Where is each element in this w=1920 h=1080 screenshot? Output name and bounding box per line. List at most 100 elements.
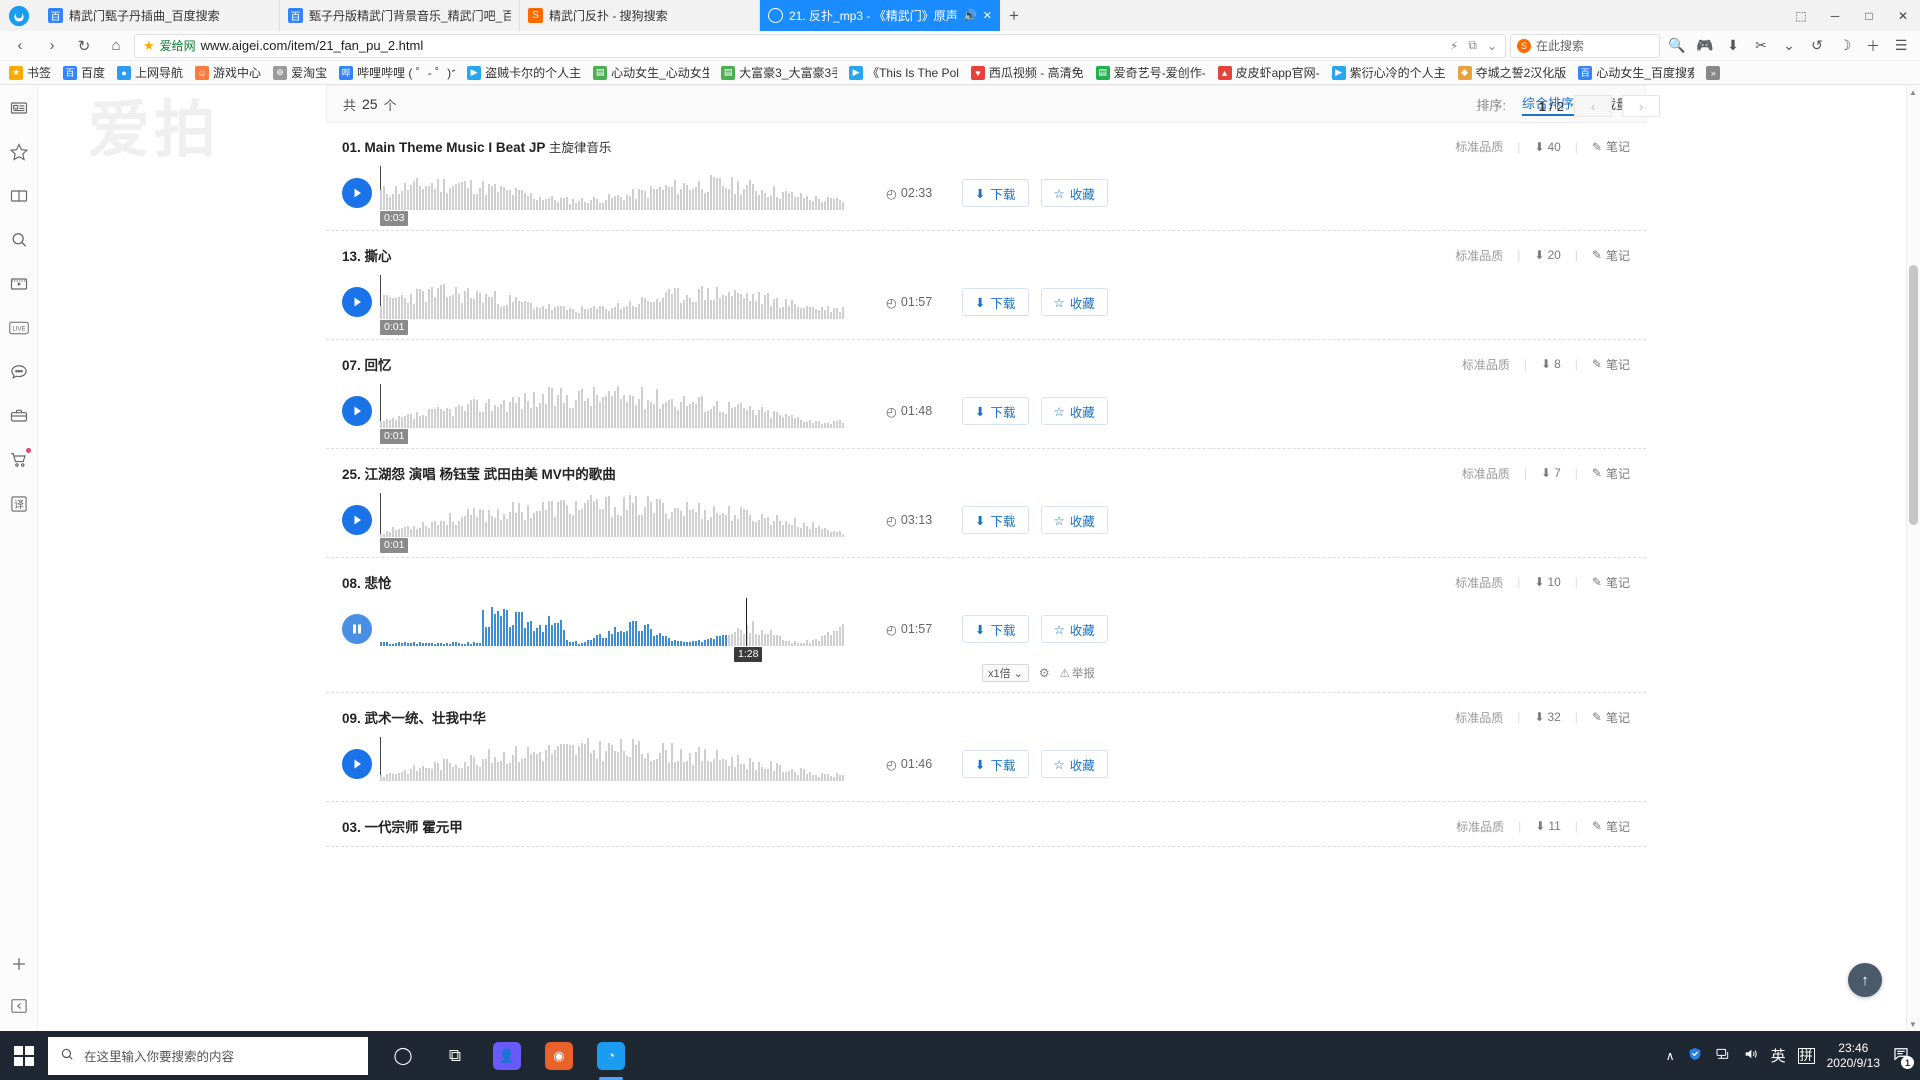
- search-icon[interactable]: [6, 227, 32, 253]
- bookmark-item[interactable]: ▤ 爱奇艺号-爱创作-: [1091, 62, 1211, 83]
- notification-center-button[interactable]: 1: [1892, 1045, 1914, 1069]
- download-button[interactable]: ⬇ 下载: [962, 179, 1029, 207]
- history-icon[interactable]: ↺: [1804, 33, 1830, 59]
- favorite-button[interactable]: ☆ 收藏: [1040, 179, 1108, 207]
- track-title[interactable]: 01. Main Theme Music I Beat JP 主旋律音乐: [342, 137, 611, 156]
- favorites-star-icon[interactable]: [6, 139, 32, 165]
- start-button[interactable]: [0, 1031, 48, 1080]
- waveform-seekbar[interactable]: 0:01: [380, 275, 868, 335]
- window-maximize-button[interactable]: □: [1852, 0, 1886, 31]
- play-button[interactable]: [342, 178, 372, 208]
- add-icon[interactable]: ＋: [1860, 33, 1886, 59]
- note-button[interactable]: ✎ 笔记: [1592, 247, 1630, 264]
- favorite-button[interactable]: ☆ 收藏: [1040, 288, 1108, 316]
- tray-clock[interactable]: 23:46 2020/9/13: [1827, 1041, 1880, 1071]
- settings-gear-button[interactable]: ⚙: [1039, 666, 1050, 680]
- bookmark-item[interactable]: 哔哔哩哔哩 ( ゜- ゜)つ: [334, 62, 460, 83]
- play-button[interactable]: [342, 749, 372, 779]
- track-title[interactable]: 07. 回忆: [342, 354, 392, 374]
- window-restore-extra-button[interactable]: ⬚: [1784, 0, 1818, 31]
- page-scrollbar[interactable]: ▲ ▼: [1906, 85, 1920, 1031]
- bookmark-item[interactable]: ● 上网导航: [112, 62, 188, 83]
- forward-button[interactable]: ›: [38, 33, 66, 59]
- cart-icon[interactable]: [6, 447, 32, 473]
- translate-icon[interactable]: 译: [6, 491, 32, 517]
- chevron-down-icon[interactable]: ⌄: [1776, 33, 1802, 59]
- bookmark-item[interactable]: ▤ 心动女生_心动女生: [588, 62, 714, 83]
- scrollbar-thumb[interactable]: [1909, 265, 1918, 525]
- back-button[interactable]: ‹: [6, 33, 34, 59]
- gamepad-icon[interactable]: 🎮: [1692, 33, 1718, 59]
- pause-button[interactable]: [342, 614, 372, 644]
- bookmark-item[interactable]: ⊕ 爱淘宝: [268, 62, 332, 83]
- favorite-button[interactable]: ☆ 收藏: [1040, 397, 1108, 425]
- chat-icon[interactable]: [6, 359, 32, 385]
- bookmark-item[interactable]: ☺ 游戏中心: [190, 62, 266, 83]
- scroll-up-arrow-icon[interactable]: ▲: [1906, 85, 1920, 99]
- reload-button[interactable]: ↻: [70, 33, 98, 59]
- track-title[interactable]: 08. 悲怆: [342, 572, 392, 592]
- download-button[interactable]: ⬇ 下载: [962, 506, 1029, 534]
- scissors-icon[interactable]: ✂: [1748, 33, 1774, 59]
- window-minimize-button[interactable]: ─: [1818, 0, 1852, 31]
- note-button[interactable]: ✎ 笔记: [1592, 709, 1630, 726]
- firefox-icon[interactable]: ◉: [536, 1031, 582, 1080]
- track-title[interactable]: 25. 江湖怨 演唱 杨钰莹 武田由美 MV中的歌曲: [342, 463, 616, 483]
- chevron-down-icon[interactable]: ⌄: [1487, 39, 1497, 53]
- briefcase-icon[interactable]: [6, 403, 32, 429]
- bookmark-item[interactable]: ▤ 大富豪3_大富豪3手: [716, 62, 842, 83]
- taskbar-search-input[interactable]: 在这里输入你要搜索的内容: [48, 1036, 368, 1075]
- moon-icon[interactable]: ☽: [1832, 33, 1858, 59]
- browser-tab[interactable]: 百甄子丹版精武门背景音乐_精武门吧_百: [280, 0, 520, 31]
- play-button[interactable]: [342, 505, 372, 535]
- download-button[interactable]: ⬇ 下载: [962, 397, 1029, 425]
- window-close-button[interactable]: ✕: [1886, 0, 1920, 31]
- live-icon[interactable]: LIVE: [6, 315, 32, 341]
- note-button[interactable]: ✎ 笔记: [1592, 465, 1630, 482]
- next-page-button[interactable]: ›: [1622, 95, 1660, 117]
- browser-search-input[interactable]: S 在此搜索: [1510, 33, 1660, 58]
- bookmark-item[interactable]: »: [1701, 62, 1729, 83]
- tab-audio-icon[interactable]: 🔊: [963, 9, 977, 22]
- scroll-down-arrow-icon[interactable]: ▼: [1906, 1017, 1920, 1031]
- qq-browser-icon[interactable]: ◔: [588, 1031, 634, 1080]
- add-icon[interactable]: [6, 951, 32, 977]
- waveform-seekbar[interactable]: 0:01: [380, 493, 868, 553]
- report-button[interactable]: ⚠ 举报: [1060, 665, 1095, 681]
- home-button[interactable]: ⌂: [102, 33, 130, 59]
- tab-close-button[interactable]: ✕: [983, 9, 992, 22]
- bookmark-item[interactable]: ▶ 盗贼卡尔的个人主: [462, 62, 586, 83]
- note-button[interactable]: ✎ 笔记: [1592, 574, 1630, 591]
- note-button[interactable]: ✎ 笔记: [1592, 138, 1630, 155]
- search-engine-icon[interactable]: S: [1517, 38, 1531, 53]
- bookmark-star-icon[interactable]: ★: [143, 38, 155, 54]
- search-icon[interactable]: 🔍: [1664, 33, 1690, 59]
- bookmark-item[interactable]: 百心动女生_百度搜索: [1573, 62, 1699, 83]
- playback-speed-select[interactable]: x1倍 ⌄: [982, 664, 1029, 682]
- note-button[interactable]: ✎ 笔记: [1592, 356, 1630, 373]
- lightning-icon[interactable]: ⚡: [1450, 39, 1458, 53]
- waveform-seekbar[interactable]: [380, 737, 868, 791]
- bookmark-item[interactable]: ★ 书签: [4, 62, 56, 83]
- tray-network-icon[interactable]: [1715, 1046, 1731, 1065]
- bookmark-item[interactable]: ▲ 皮皮虾app官网-: [1213, 62, 1325, 83]
- menu-icon[interactable]: ☰: [1888, 33, 1914, 59]
- favorite-button[interactable]: ☆ 收藏: [1040, 750, 1108, 778]
- browser-tab[interactable]: 21. 反扑_mp3 - 《精武门》原声 🔊 ✕: [760, 0, 1000, 31]
- tray-ime-mode[interactable]: 拼: [1797, 1047, 1815, 1064]
- favorite-button[interactable]: ☆ 收藏: [1040, 615, 1108, 643]
- waveform-seekbar[interactable]: 0:03: [380, 166, 868, 226]
- video-icon[interactable]: [6, 271, 32, 297]
- tray-chevron-icon[interactable]: ∧: [1666, 1049, 1675, 1063]
- tray-ime-language[interactable]: 英: [1771, 1045, 1786, 1066]
- waveform-seekbar[interactable]: 1:28: [380, 598, 868, 662]
- browser-tab[interactable]: S 精武门反扑 - 搜狗搜索: [520, 0, 760, 31]
- bookmark-item[interactable]: 百百度: [58, 62, 110, 83]
- bookmark-item[interactable]: ◆ 夺城之誓2汉化版: [1453, 62, 1572, 83]
- download-icon[interactable]: ⬇: [1720, 33, 1746, 59]
- task-view-icon[interactable]: ⧉: [432, 1031, 478, 1080]
- url-input[interactable]: ★ 爱给网 www.aigei.com/item/21_fan_pu_2.htm…: [134, 33, 1506, 58]
- app-store-icon[interactable]: 👤: [484, 1031, 530, 1080]
- news-icon[interactable]: [6, 95, 32, 121]
- tray-volume-icon[interactable]: [1743, 1046, 1759, 1065]
